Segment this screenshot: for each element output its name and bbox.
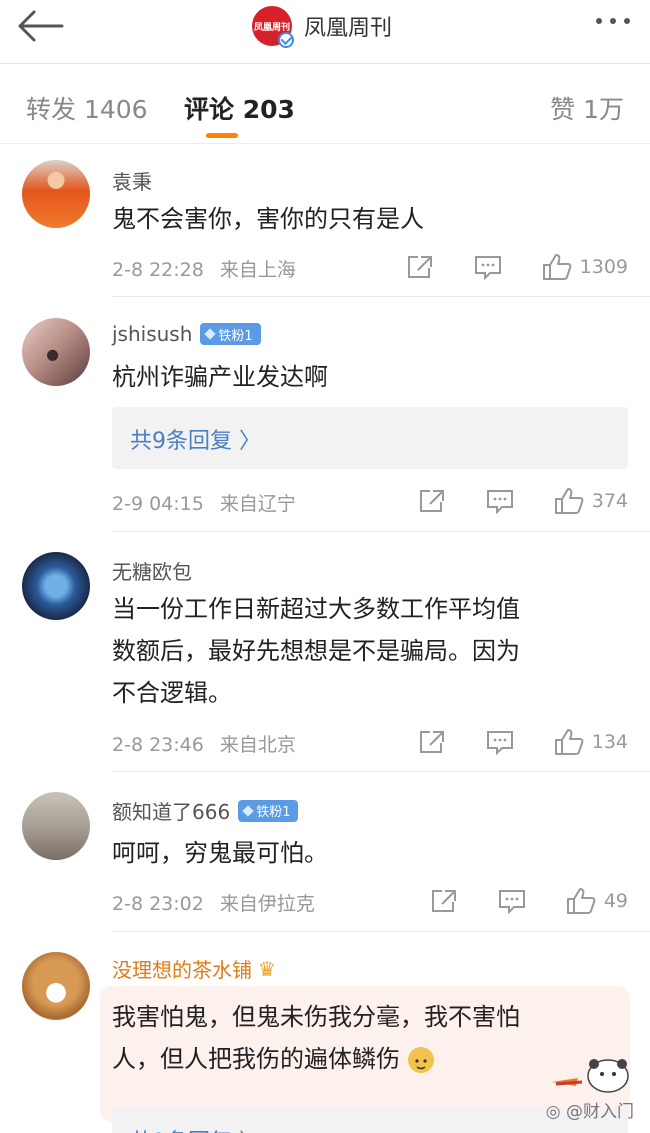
author-name[interactable]: 袁秉 — [112, 166, 152, 195]
avatar[interactable] — [22, 160, 90, 228]
like-icon[interactable] — [566, 887, 596, 915]
comment-time: 2-8 23:02 — [112, 893, 204, 915]
comment-text: 鬼不会害你，害你的只有是人 — [112, 205, 424, 233]
comment-item: jshisush 铁粉1 杭州诈骗产业发达啊 共9条回复 〉 2-9 04:15… — [0, 312, 650, 532]
comment-text: 当一份工作日新超过大多数工作平均值 数额后，最好先想想是不是骗局。因为 不合逻辑… — [112, 588, 632, 714]
like-icon[interactable] — [554, 728, 584, 756]
comment-time: 2-8 23:46 — [112, 734, 204, 756]
comment-author[interactable]: jshisush 铁粉1 — [112, 322, 261, 346]
tab-reposts[interactable]: 转发 1406 — [26, 90, 148, 126]
share-icon[interactable] — [406, 254, 434, 280]
replies-link[interactable]: 共9条回复 〉 — [112, 407, 628, 469]
share-icon[interactable] — [430, 888, 458, 914]
comment-icon[interactable] — [486, 729, 514, 755]
comment-location: 来自辽宁 — [219, 493, 296, 515]
comment-icon[interactable] — [486, 488, 514, 514]
comment-time: 2-8 22:28 — [112, 259, 204, 281]
divider — [112, 531, 650, 532]
tab-bar: 转发 1406 评论 203 赞 1万 — [0, 64, 650, 144]
comment-actions: 134 — [418, 727, 628, 757]
account-name[interactable]: 凤凰周刊 — [304, 10, 392, 42]
avatar[interactable] — [22, 552, 90, 620]
comment-actions: 1309 — [406, 252, 628, 282]
tab-comments[interactable]: 评论 203 — [184, 90, 295, 126]
comment-meta: 2-8 22:28 来自上海 — [112, 255, 296, 282]
comment-item: 无糖欧包 当一份工作日新超过大多数工作平均值 数额后，最好先想想是不是骗局。因为… — [0, 546, 650, 772]
author-name[interactable]: 无糖欧包 — [112, 556, 192, 585]
comment-text-segment: 人，但人把我伤的遍体鳞伤 — [112, 1045, 400, 1073]
comment-icon[interactable] — [474, 254, 502, 280]
replies-label[interactable]: 共9条回复 〉 — [130, 423, 261, 455]
comment-meta: 2-8 23:02 来自伊拉克 — [112, 889, 315, 916]
replies-label[interactable]: 共1条回复 〉 — [130, 1124, 261, 1133]
divider — [112, 771, 650, 772]
comment-location: 来自北京 — [219, 734, 296, 756]
comment-time: 2-9 04:15 — [112, 493, 204, 515]
author-name[interactable]: 没理想的茶水铺 — [112, 954, 252, 983]
share-icon[interactable] — [418, 488, 446, 514]
comment-text-line: 我害怕鬼，但鬼未伤我分毫，我不害怕 — [112, 1003, 520, 1031]
more-icon[interactable] — [596, 18, 630, 24]
comment-location: 来自伊拉克 — [219, 893, 315, 915]
comment-text-line: 不合逻辑。 — [112, 679, 232, 707]
sticker-decoration — [548, 1052, 638, 1094]
like-count: 374 — [591, 490, 628, 512]
fan-badge[interactable]: 铁粉1 — [200, 323, 261, 345]
comment-author[interactable]: 额知道了666 铁粉1 — [112, 796, 299, 825]
comment-icon[interactable] — [498, 888, 526, 914]
avatar[interactable] — [22, 952, 90, 1020]
account-header[interactable]: 凤凰周刊 凤凰周刊 — [252, 6, 392, 48]
comment-item: 袁秉 鬼不会害你，害你的只有是人 2-8 22:28 来自上海 1309 — [0, 158, 650, 298]
comment-item: 额知道了666 铁粉1 呵呵，穷鬼最可怕。 2-8 23:02 来自伊拉克 49 — [0, 786, 650, 932]
divider — [112, 931, 650, 932]
avatar[interactable] — [22, 792, 90, 860]
account-avatar[interactable]: 凤凰周刊 — [252, 6, 294, 48]
watermark: ◎ @财入门 — [546, 1097, 634, 1122]
tab-likes[interactable]: 赞 1万 — [550, 90, 624, 126]
comment-location: 来自上海 — [219, 259, 296, 281]
watermark-text: @财入门 — [566, 1102, 634, 1122]
comment-author[interactable]: 袁秉 — [112, 166, 152, 195]
verified-icon — [278, 32, 294, 48]
like-count: 49 — [603, 890, 628, 912]
comment-meta: 2-9 04:15 来自辽宁 — [112, 489, 296, 516]
active-tab-indicator — [206, 133, 238, 138]
comment-text-line: 当一份工作日新超过大多数工作平均值 — [112, 595, 520, 623]
author-name[interactable]: 额知道了666 — [112, 796, 230, 825]
comment-text-line: 数额后，最好先想想是不是骗局。因为 — [112, 637, 520, 665]
comment-actions: 374 — [418, 486, 628, 516]
like-icon[interactable] — [542, 253, 572, 281]
doge-emoji-icon — [407, 1047, 434, 1073]
avatar[interactable] — [22, 318, 90, 386]
crown-icon: ♛ — [258, 956, 276, 981]
comment-author[interactable]: 没理想的茶水铺 ♛ — [112, 954, 276, 983]
like-icon[interactable] — [554, 487, 584, 515]
comment-actions: 49 — [430, 886, 628, 916]
fan-badge[interactable]: 铁粉1 — [238, 799, 299, 822]
back-arrow-icon[interactable] — [14, 8, 66, 44]
comment-author[interactable]: 无糖欧包 — [112, 556, 192, 585]
share-icon[interactable] — [418, 729, 446, 755]
divider — [112, 296, 650, 297]
account-logo-text: 凤凰周刊 — [253, 22, 290, 33]
top-bar: 凤凰周刊 凤凰周刊 — [0, 0, 650, 64]
like-count: 1309 — [579, 256, 628, 278]
comment-text: 杭州诈骗产业发达啊 — [112, 363, 328, 391]
weibo-logo-icon: ◎ — [545, 1102, 561, 1122]
comment-text: 呵呵，穷鬼最可怕。 — [112, 839, 328, 867]
like-count: 134 — [591, 731, 628, 753]
author-name[interactable]: jshisush — [112, 322, 192, 346]
comment-meta: 2-8 23:46 来自北京 — [112, 730, 296, 757]
